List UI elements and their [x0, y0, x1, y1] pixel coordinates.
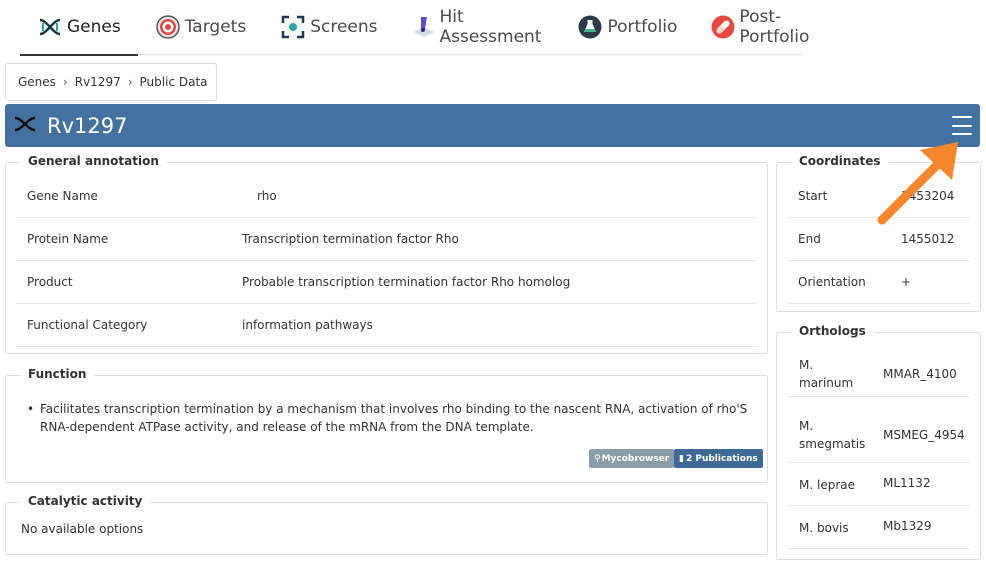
general-annotation-panel: General annotation Gene Name rho Protein…	[5, 154, 768, 354]
ortholog-gene: Mb1329	[883, 519, 932, 533]
annotation-key: Functional Category	[27, 318, 148, 332]
badge-label: 2 Publications	[685, 453, 758, 464]
coordinate-key: Start	[798, 189, 828, 203]
catalytic-activity-text: No available options	[21, 522, 144, 536]
annotation-arrow-icon	[877, 142, 958, 225]
annotation-row: Gene Name rho	[16, 175, 757, 218]
top-navigation: Genes Targets Screens Hit Assessment Por…	[20, 0, 809, 56]
coordinate-key: End	[798, 232, 821, 246]
coordinate-row: Orientation +	[787, 261, 970, 304]
tab-post-portfolio[interactable]: Post-Portfolio	[694, 0, 828, 55]
function-panel: Function Facilitates transcription termi…	[5, 367, 768, 483]
dna-icon	[13, 116, 37, 136]
flask-icon	[577, 14, 603, 40]
ortholog-row: M. bovis Mb1329	[787, 506, 970, 549]
annotation-key: Protein Name	[27, 232, 109, 246]
tab-label: Post-Portfolio	[739, 7, 810, 47]
function-description: Facilitates transcription termination by…	[27, 400, 760, 436]
panel-title: Catalytic activity	[20, 494, 151, 508]
annotation-value: Probable transcription termination facto…	[242, 275, 571, 289]
ortholog-species: M. smegmatis	[799, 419, 866, 451]
publications-badge[interactable]: ▮ 2 Publications	[674, 449, 763, 468]
panel-title: Function	[20, 367, 95, 381]
orthologs-panel: Orthologs M. marinum MMAR_4100 M. smegma…	[776, 324, 981, 560]
map-pin-icon: ⚲	[594, 453, 601, 464]
breadcrumb-item-genes[interactable]: Genes	[18, 75, 56, 89]
tab-label: Genes	[67, 17, 121, 37]
annotation-value: rho	[257, 189, 277, 203]
annotation-key: Gene Name	[27, 189, 98, 203]
tab-portfolio[interactable]: Portfolio	[560, 0, 694, 55]
tab-label: Hit Assessment	[439, 7, 542, 47]
target-icon	[155, 14, 181, 40]
mycobrowser-badge[interactable]: ⚲ Mycobrowser	[589, 449, 675, 468]
page-title: Rv1297	[47, 113, 128, 138]
coordinate-value: +	[901, 275, 912, 289]
tab-label: Targets	[184, 17, 247, 37]
screen-icon	[280, 14, 306, 40]
annotation-key: Product	[27, 275, 73, 289]
dna-icon	[37, 14, 63, 40]
ortholog-row: M. smegmatis MSMEG_4954	[787, 397, 970, 463]
tab-genes[interactable]: Genes	[20, 0, 138, 56]
catalytic-activity-panel: Catalytic activity No available options	[5, 494, 768, 555]
tab-screens[interactable]: Screens	[263, 0, 394, 55]
ortholog-species: M. bovis	[799, 521, 849, 535]
breadcrumb: Genes › Rv1297 › Public Data	[5, 63, 217, 101]
gene-header: Rv1297	[5, 104, 980, 147]
ortholog-gene: MSMEG_4954	[883, 428, 965, 442]
tab-label: Screens	[310, 17, 378, 37]
coordinate-value: 1455012	[901, 232, 955, 246]
annotation-row: Product Probable transcription terminati…	[16, 261, 757, 304]
tab-targets[interactable]: Targets	[138, 0, 263, 55]
annotation-row: Functional Category information pathways	[16, 304, 757, 347]
chevron-right-icon: ›	[62, 75, 68, 89]
ortholog-gene: MMAR_4100	[883, 367, 957, 381]
tab-hit-assessment[interactable]: Hit Assessment	[395, 0, 561, 55]
annotation-value: information pathways	[242, 318, 373, 332]
ortholog-species: M. marinum	[799, 358, 854, 390]
breadcrumb-item-gene[interactable]: Rv1297	[75, 75, 121, 89]
chevron-right-icon: ›	[127, 75, 133, 89]
pill-icon	[711, 14, 735, 40]
ortholog-row: M. marinum MMAR_4100	[787, 349, 970, 397]
ortholog-species: M. leprae	[799, 478, 855, 492]
ortholog-gene: ML1132	[883, 476, 931, 490]
panel-title: General annotation	[20, 154, 167, 168]
annotation-row: Protein Name Transcription termination f…	[16, 218, 757, 261]
panel-title: Orthologs	[791, 324, 874, 338]
badge-label: Mycobrowser	[601, 453, 670, 464]
tab-label: Portfolio	[607, 17, 678, 37]
ortholog-row: M. leprae ML1132	[787, 463, 970, 506]
breadcrumb-item-current: Public Data	[139, 75, 208, 89]
coordinate-key: Orientation	[798, 275, 866, 289]
book-icon: ▮	[679, 453, 684, 464]
hit-assessment-icon	[412, 14, 436, 40]
annotation-value: Transcription termination factor Rho	[242, 232, 459, 246]
